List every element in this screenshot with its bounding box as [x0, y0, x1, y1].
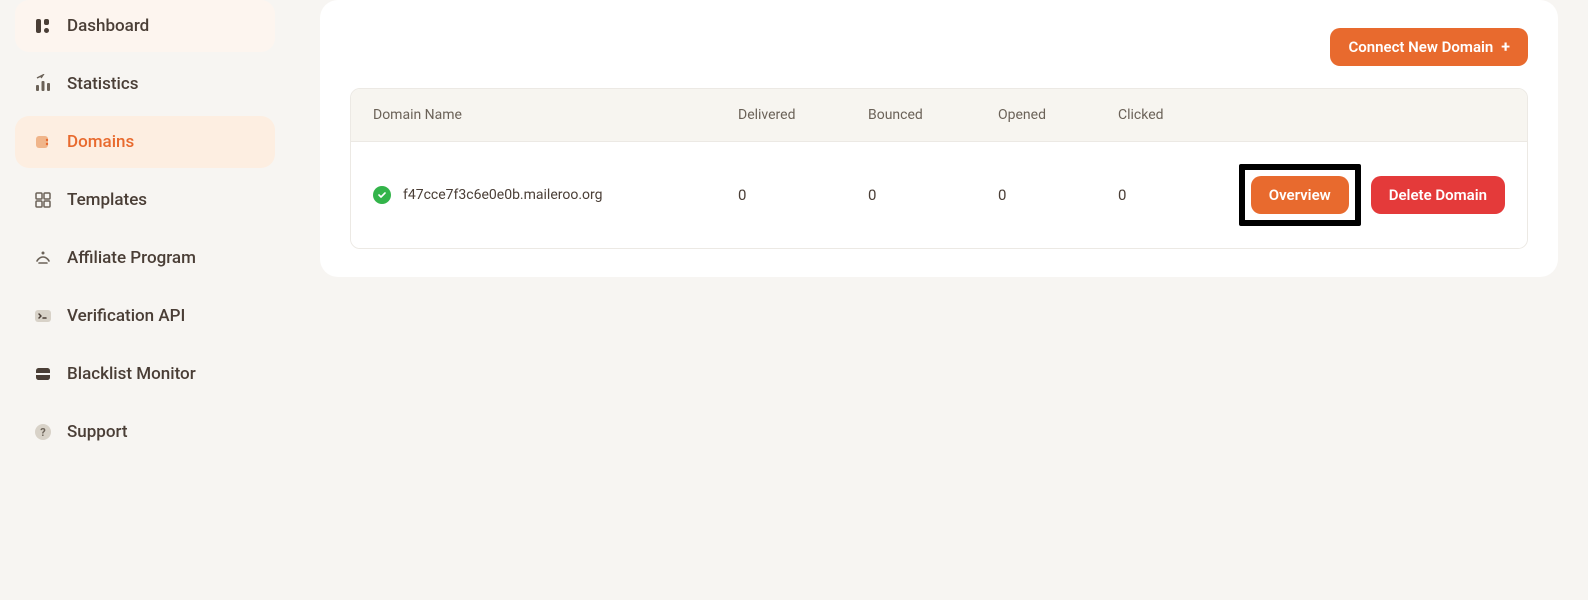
sidebar-item-domains[interactable]: Domains: [15, 116, 275, 168]
table-row: f47cce7f3c6e0e0b.maileroo.org 0 0 0 0 Ov…: [351, 141, 1527, 248]
overview-button[interactable]: Overview: [1251, 176, 1349, 214]
overview-highlight-box: Overview: [1239, 164, 1361, 226]
monitor-icon: [33, 364, 53, 384]
sidebar-item-verification-api[interactable]: Verification API: [15, 290, 275, 342]
sidebar-item-label: Verification API: [67, 306, 185, 326]
table-header: Domain Name Delivered Bounced Opened Cli…: [351, 89, 1527, 141]
sidebar-item-support[interactable]: ? Support: [15, 406, 275, 458]
status-verified-icon: [373, 186, 391, 204]
sidebar: Dashboard Statistics Domains: [0, 0, 290, 600]
connect-new-domain-button[interactable]: Connect New Domain +: [1330, 28, 1528, 66]
header-actions: [1218, 107, 1505, 123]
delete-domain-button[interactable]: Delete Domain: [1371, 176, 1505, 214]
card-header: Connect New Domain +: [350, 28, 1528, 66]
sidebar-item-label: Dashboard: [67, 16, 149, 36]
domains-card: Connect New Domain + Domain Name Deliver…: [320, 0, 1558, 277]
cell-delivered: 0: [738, 186, 868, 204]
sidebar-item-statistics[interactable]: Statistics: [15, 58, 275, 110]
cell-clicked: 0: [1118, 186, 1218, 204]
sidebar-item-label: Statistics: [67, 74, 138, 94]
sidebar-item-dashboard[interactable]: Dashboard: [15, 0, 275, 52]
header-bounced: Bounced: [868, 107, 998, 123]
terminal-icon: [33, 306, 53, 326]
main-content: Connect New Domain + Domain Name Deliver…: [290, 0, 1588, 600]
cell-domain-name: f47cce7f3c6e0e0b.maileroo.org: [373, 186, 738, 204]
templates-icon: [33, 190, 53, 210]
dashboard-icon: [33, 16, 53, 36]
connect-button-label: Connect New Domain: [1348, 38, 1493, 56]
header-clicked: Clicked: [1118, 107, 1218, 123]
sidebar-item-affiliate[interactable]: Affiliate Program: [15, 232, 275, 284]
header-domain-name: Domain Name: [373, 107, 738, 123]
domains-icon: [33, 132, 53, 152]
plus-icon: +: [1501, 39, 1510, 55]
cell-opened: 0: [998, 186, 1118, 204]
cell-bounced: 0: [868, 186, 998, 204]
sidebar-item-label: Affiliate Program: [67, 248, 196, 268]
domains-table: Domain Name Delivered Bounced Opened Cli…: [350, 88, 1528, 249]
sidebar-item-label: Support: [67, 422, 128, 442]
sidebar-item-blacklist-monitor[interactable]: Blacklist Monitor: [15, 348, 275, 400]
sidebar-item-templates[interactable]: Templates: [15, 174, 275, 226]
affiliate-icon: [33, 248, 53, 268]
sidebar-item-label: Blacklist Monitor: [67, 364, 196, 384]
sidebar-item-label: Templates: [67, 190, 147, 210]
cell-actions: Overview Delete Domain: [1218, 164, 1505, 226]
domain-name-text: f47cce7f3c6e0e0b.maileroo.org: [403, 187, 602, 203]
statistics-icon: [33, 74, 53, 94]
sidebar-item-label: Domains: [67, 132, 134, 152]
header-opened: Opened: [998, 107, 1118, 123]
support-icon: ?: [33, 422, 53, 442]
header-delivered: Delivered: [738, 107, 868, 123]
svg-text:?: ?: [40, 426, 46, 439]
